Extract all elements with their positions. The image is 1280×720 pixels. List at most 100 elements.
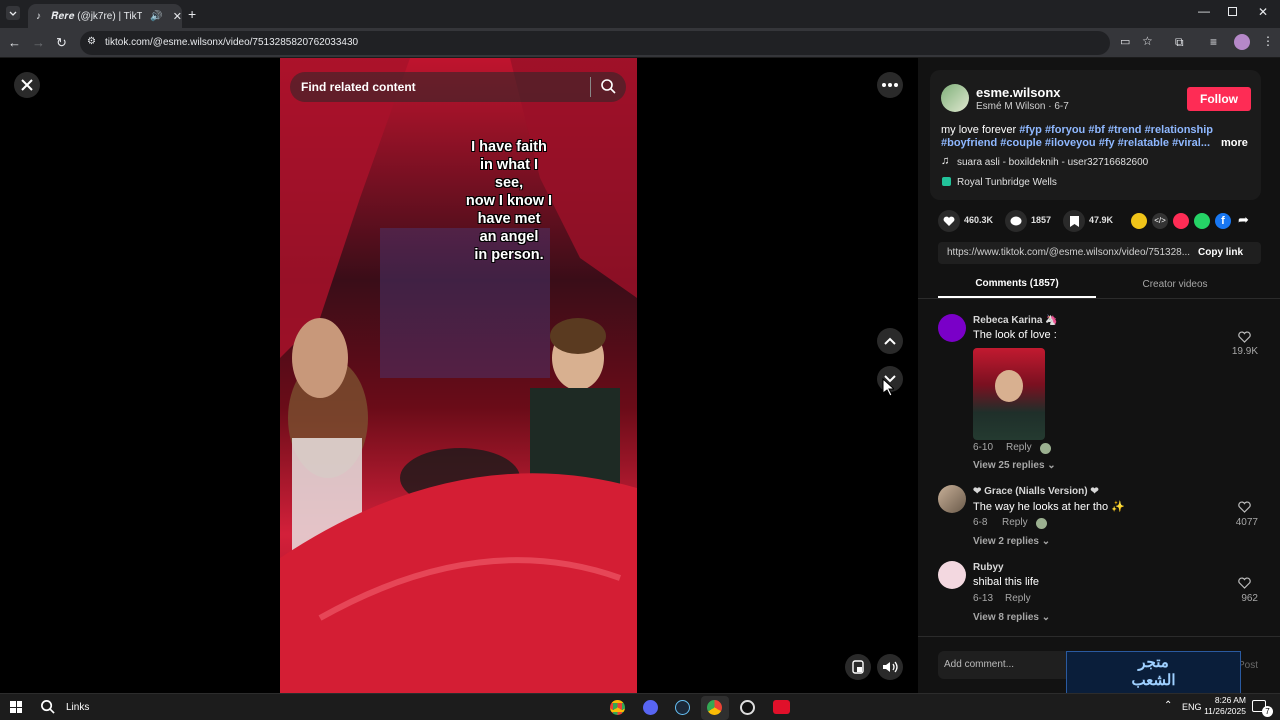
gift-coin-icon[interactable] [1131,213,1147,229]
comment-button[interactable] [1005,210,1027,232]
site-info-icon[interactable]: ⚙ [87,36,96,47]
tray-chevron-icon[interactable]: ⌃ [1164,700,1172,711]
browser-tab[interactable]: ♪ 𝑹𝒆𝒓𝒆 (@jk7re) | TikTok 🔊 ✕ [28,4,182,28]
comment-author[interactable]: Rubyy [973,562,1004,573]
author-avatar[interactable] [941,84,969,112]
save-button[interactable] [1063,210,1085,232]
comment-reply-button[interactable]: Reply [1005,593,1031,604]
comment-image[interactable] [973,348,1045,440]
music-info[interactable]: suara asli - boxildeknih - user327166826… [957,157,1148,168]
more-options-button[interactable] [877,72,903,98]
tab-creator-videos[interactable]: Creator videos [1096,279,1254,290]
overlay-line: see, [494,175,524,191]
related-search-input[interactable]: Find related content [290,72,626,102]
author-display-name: Esmé M Wilson · 6-7 [976,101,1069,112]
previous-video-button[interactable] [877,328,903,354]
search-icon[interactable] [600,78,616,94]
tab-bar: ♪ 𝑹𝒆𝒓𝒆 (@jk7re) | TikTok 🔊 ✕ + — ✕ [0,0,1280,28]
comment-reply-button[interactable]: Reply [1002,517,1028,528]
comment-date: 6-13 [973,593,994,604]
comment-avatar[interactable] [938,314,966,342]
whatsapp-icon[interactable] [1194,213,1210,229]
comment-author[interactable]: Rebeca Karina 🦄 [973,315,1058,326]
share-link-box: https://www.tiktok.com/@esme.wilsonx/vid… [938,242,1261,264]
author-username[interactable]: esme.wilsonx [976,85,1061,100]
volume-button[interactable] [877,654,903,680]
bookmark-icon [1069,215,1079,227]
discord-taskbar-icon[interactable] [643,700,658,715]
browser-menu-icon[interactable]: ⋮ [1262,34,1274,48]
watermark-logo: متجر الشعب [1066,651,1241,694]
comment-avatar[interactable] [938,485,966,513]
view-replies-button[interactable]: View 8 replies ⌄ [973,612,1050,623]
tab-comments[interactable]: Comments (1857) [938,278,1096,298]
view-replies-button[interactable]: View 2 replies ⌄ [973,536,1050,547]
share-arrow-icon[interactable]: ➦ [1238,212,1249,228]
reload-icon[interactable]: ↻ [56,35,67,51]
facebook-icon[interactable]: f [1215,213,1231,229]
volume-icon [883,661,898,673]
embed-code-icon[interactable]: </> [1152,213,1168,229]
new-tab-button[interactable]: + [188,6,196,22]
extensions-icon[interactable]: ⧉ [1175,35,1184,50]
taskbar-search-icon[interactable] [40,699,55,714]
cast-icon[interactable]: ▭ [1120,35,1130,48]
search-divider [590,77,591,97]
copy-link-button[interactable]: Copy link [1198,247,1243,258]
back-icon[interactable]: ← [8,35,21,50]
language-indicator[interactable]: ENG [1182,702,1202,712]
view-replies-label: View 8 replies [973,612,1039,623]
caption-tags-line1[interactable]: #fyp #foryou #bf #trend #relationship [1019,124,1213,136]
restore-button[interactable] [1228,7,1237,16]
caption-tags-line2[interactable]: #boyfriend #couple #iloveyou #fy #relata… [941,137,1210,149]
ellipsis-icon [882,83,898,87]
tab-audio-icon[interactable]: 🔊 [150,11,162,22]
minimize-button[interactable]: — [1198,4,1210,18]
tab-close-icon[interactable]: ✕ [173,10,182,23]
bookmark-star-icon[interactable]: ☆ [1142,34,1153,48]
caption-text: my love forever [941,124,1017,136]
start-windows-icon[interactable] [10,701,22,713]
chrome-taskbar-icon[interactable] [610,700,625,715]
video-overlay-caption: I have faith in what I see, now I know I… [450,138,568,264]
music-note-icon: ♫ [941,155,950,167]
overlay-line: in what I [480,157,538,173]
follow-button[interactable]: Follow [1187,87,1251,111]
like-button[interactable] [938,210,960,232]
forward-icon[interactable]: → [32,35,45,50]
comment-like-count: 4077 [1235,517,1258,528]
caption-more-button[interactable]: more [1221,137,1248,149]
view-replies-button[interactable]: View 25 replies ⌄ [973,460,1056,471]
steam-taskbar-icon[interactable] [675,700,690,715]
share-link-text[interactable]: https://www.tiktok.com/@esme.wilsonx/vid… [947,247,1190,258]
url-field[interactable]: ⚙ tiktok.com/@esme.wilsonx/video/7513285… [80,31,1153,55]
active-chrome-taskbar-icon[interactable] [701,696,729,720]
save-count: 47.9K [1089,215,1114,225]
post-button[interactable]: Post [1238,660,1258,671]
comment-image-face [995,370,1023,402]
app-taskbar-icon[interactable] [740,700,755,715]
send-to-friends-icon[interactable] [1173,213,1189,229]
comment-reply-button[interactable]: Reply [1006,442,1032,453]
close-video-button[interactable] [14,72,40,98]
overlay-line: an angel [479,229,539,245]
comment-author[interactable]: ❤ Grace (Nialls Version) ❤ [973,486,1099,497]
media-control-icon[interactable]: ≡ [1210,35,1217,49]
comment-like-heart-icon[interactable] [1238,501,1251,513]
close-window-button[interactable]: ✕ [1258,5,1268,19]
pip-button[interactable] [845,654,871,680]
url-text: tiktok.com/@esme.wilsonx/video/751328582… [105,37,359,48]
profile-avatar[interactable] [1234,34,1250,50]
location-label[interactable]: Royal Tunbridge Wells [957,177,1057,188]
picture-in-picture-icon [852,660,864,674]
taskbar-links-label[interactable]: Links [66,702,89,713]
clock[interactable]: 8:26 AM 11/26/2025 [1200,695,1246,717]
comment-like-heart-icon[interactable] [1238,577,1251,589]
tab-list-dropdown[interactable] [6,6,20,20]
video-player[interactable]: I have faith in what I see, now I know I… [280,58,637,693]
comment-avatar[interactable] [938,561,966,589]
creator-liked-avatar [1040,443,1051,454]
video-app-taskbar-icon[interactable] [773,700,790,714]
comment-like-heart-icon[interactable] [1238,331,1251,343]
tiktok-favicon-icon: ♪ [36,10,41,22]
